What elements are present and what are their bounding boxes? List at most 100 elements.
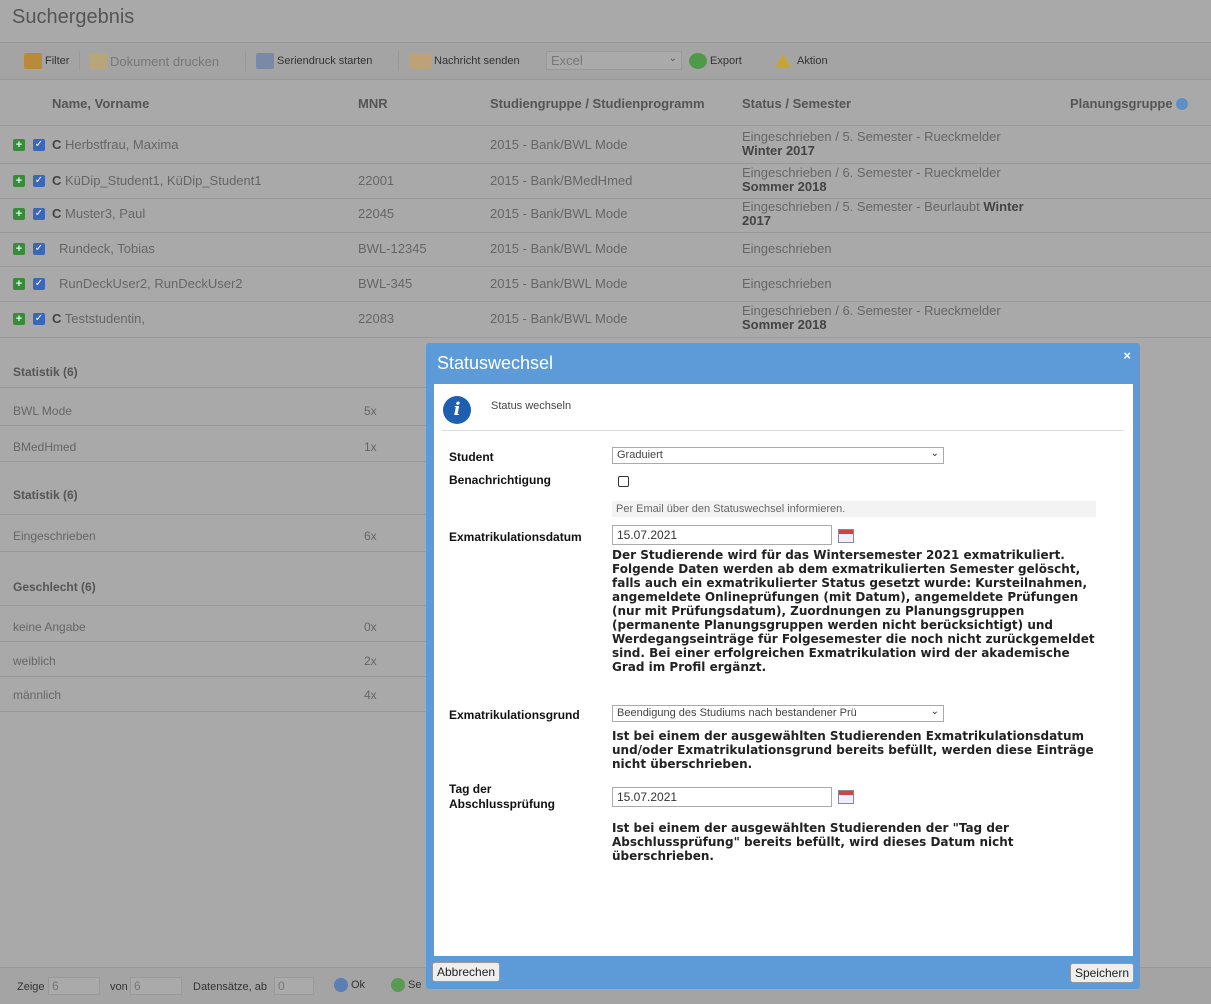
info-text: Status wechseln	[491, 400, 572, 412]
table-row[interactable]: + ✓ Rundeck, Tobias BWL-12345 2015 - Ban…	[0, 233, 1211, 267]
show-count-input[interactable]: 6	[48, 977, 100, 995]
next-label: Se	[408, 979, 422, 991]
row-checkbox[interactable]: ✓	[33, 208, 45, 220]
records-label: Datensätze, ab	[193, 981, 267, 993]
col-header-mnr[interactable]: MNR	[358, 96, 388, 111]
reason-info: Ist bei einem der ausgewählten Studieren…	[612, 729, 1094, 771]
filter-icon	[24, 53, 42, 69]
export-format-select[interactable]: Excel ⌄	[546, 51, 682, 70]
expand-icon[interactable]: +	[13, 175, 25, 187]
row-name[interactable]: RunDeckUser2, RunDeckUser2	[59, 276, 243, 291]
row-checkbox[interactable]: ✓	[33, 313, 45, 325]
student-label: Student	[449, 450, 494, 464]
send-message-button[interactable]: Nachricht senden	[409, 51, 520, 71]
refresh-icon	[391, 978, 405, 992]
table-row[interactable]: + ✓ C Teststudentin, 22083 2015 - Bank/B…	[0, 302, 1211, 336]
warning-icon	[775, 54, 791, 68]
export-button[interactable]: Export	[689, 51, 742, 71]
chevron-down-icon: ⌄	[668, 53, 677, 64]
row-semester: Sommer 2018	[742, 317, 827, 332]
send-message-label: Nachricht senden	[434, 55, 520, 67]
stat-label: männlich	[13, 688, 62, 702]
chevron-down-icon: ⌄	[928, 448, 939, 459]
reason-label: Exmatrikulationsgrund	[449, 708, 580, 722]
serial-print-label: Seriendruck starten	[277, 55, 373, 67]
reason-value: Beendigung des Studiums nach bestandener…	[617, 707, 857, 719]
stat-value: 2x	[364, 654, 377, 668]
table-row[interactable]: + ✓ RunDeckUser2, RunDeckUser2 BWL-345 2…	[0, 268, 1211, 302]
col-header-plan[interactable]: Planungsgruppe	[1070, 96, 1189, 111]
row-checkbox[interactable]: ✓	[33, 278, 45, 290]
exdate-info: Der Studierende wird für das Wintersemes…	[612, 548, 1095, 674]
page-title: Suchergebnis	[12, 6, 135, 28]
row-name[interactable]: Herbstfrau, Maxima	[65, 137, 178, 152]
table-row[interactable]: + ✓ C Muster3, Paul 22045 2015 - Bank/BW…	[0, 199, 1211, 233]
row-name[interactable]: Teststudentin,	[65, 311, 145, 326]
stat-value: 0x	[364, 620, 377, 634]
total-count-input[interactable]: 6	[130, 977, 182, 995]
save-button[interactable]: Speichern	[1069, 963, 1134, 983]
info-icon: i	[443, 396, 471, 424]
offset-input[interactable]: 0	[274, 977, 314, 995]
col-header-status[interactable]: Status / Semester	[742, 96, 851, 111]
expand-icon[interactable]: +	[13, 139, 25, 151]
student-status-select[interactable]: Graduiert ⌄	[612, 447, 944, 464]
expand-icon[interactable]: +	[13, 313, 25, 325]
row-semester: Sommer 2018	[742, 179, 827, 194]
row-name[interactable]: KüDip_Student1, KüDip_Student1	[65, 173, 262, 188]
next-button[interactable]: Se	[391, 978, 421, 992]
notify-checkbox[interactable]	[618, 476, 629, 487]
dialog-title: Statuswechsel	[437, 353, 554, 373]
calendar-icon[interactable]	[838, 790, 854, 804]
row-checkbox[interactable]: ✓	[33, 243, 45, 255]
status-change-dialog: Statuswechsel × i Status wechseln Studen…	[426, 343, 1140, 989]
row-semester: Winter 2017	[742, 143, 815, 158]
ok-button[interactable]: Ok	[334, 978, 365, 992]
export-icon	[689, 53, 707, 69]
row-group: 2015 - Bank/BWL Mode	[490, 206, 628, 221]
row-status: Eingeschrieben	[742, 241, 832, 256]
row-semester: 2017	[742, 213, 771, 228]
ok-label: Ok	[351, 979, 366, 991]
row-mnr: BWL-345	[358, 276, 413, 291]
help-icon[interactable]	[1176, 98, 1189, 110]
row-flag: C	[52, 173, 62, 188]
row-name[interactable]: Muster3, Paul	[65, 206, 145, 221]
filter-button[interactable]: Filter	[24, 51, 69, 71]
notify-hint: Per Email über den Statuswechsel informi…	[612, 501, 1096, 517]
actions-button[interactable]: Aktion	[775, 51, 828, 71]
close-icon[interactable]: ×	[1123, 348, 1131, 363]
row-mnr: 22001	[358, 173, 395, 188]
stat-label: weiblich	[13, 654, 56, 668]
exam-date-info: Ist bei einem der ausgewählten Studieren…	[612, 821, 1014, 863]
table-row[interactable]: + ✓ C KüDip_Student1, KüDip_Student1 220…	[0, 164, 1211, 198]
row-flag: C	[52, 137, 62, 152]
serial-print-button[interactable]: Seriendruck starten	[256, 51, 372, 71]
exdate-input[interactable]: 15.07.2021	[612, 525, 832, 545]
row-status-bold: Winter	[983, 199, 1024, 214]
cancel-button[interactable]: Abbrechen	[432, 962, 501, 982]
col-header-name[interactable]: Name, Vorname	[52, 96, 149, 111]
expand-icon[interactable]: +	[13, 208, 25, 220]
notify-label: Benachrichtigung	[449, 473, 552, 487]
toolbar: Filter Dokument drucken Seriendruck star…	[0, 42, 1211, 80]
col-header-group[interactable]: Studiengruppe / Studienprogramm	[490, 96, 705, 111]
row-mnr: 22045	[358, 206, 395, 221]
row-checkbox[interactable]: ✓	[33, 139, 45, 151]
reason-select[interactable]: Beendigung des Studiums nach bestandener…	[612, 705, 944, 722]
filter-label: Filter	[45, 55, 70, 67]
calendar-icon[interactable]	[838, 529, 854, 543]
exdate-label: Exmatrikulationsdatum	[449, 530, 582, 544]
table-row[interactable]: + ✓ C Herbstfrau, Maxima 2015 - Bank/BWL…	[0, 128, 1211, 162]
row-group: 2015 - Bank/BWL Mode	[490, 276, 628, 291]
expand-icon[interactable]: +	[13, 243, 25, 255]
print-button[interactable]: Dokument drucken	[89, 51, 219, 71]
stat-value: 5x	[364, 404, 377, 418]
export-label: Export	[710, 55, 742, 67]
row-name[interactable]: Rundeck, Tobias	[59, 241, 155, 256]
row-checkbox[interactable]: ✓	[33, 175, 45, 187]
message-icon	[409, 53, 431, 69]
expand-icon[interactable]: +	[13, 278, 25, 290]
row-status: Eingeschrieben / 5. Semester - Rueckmeld…	[742, 129, 1001, 144]
exam-date-input[interactable]: 15.07.2021	[612, 787, 832, 807]
